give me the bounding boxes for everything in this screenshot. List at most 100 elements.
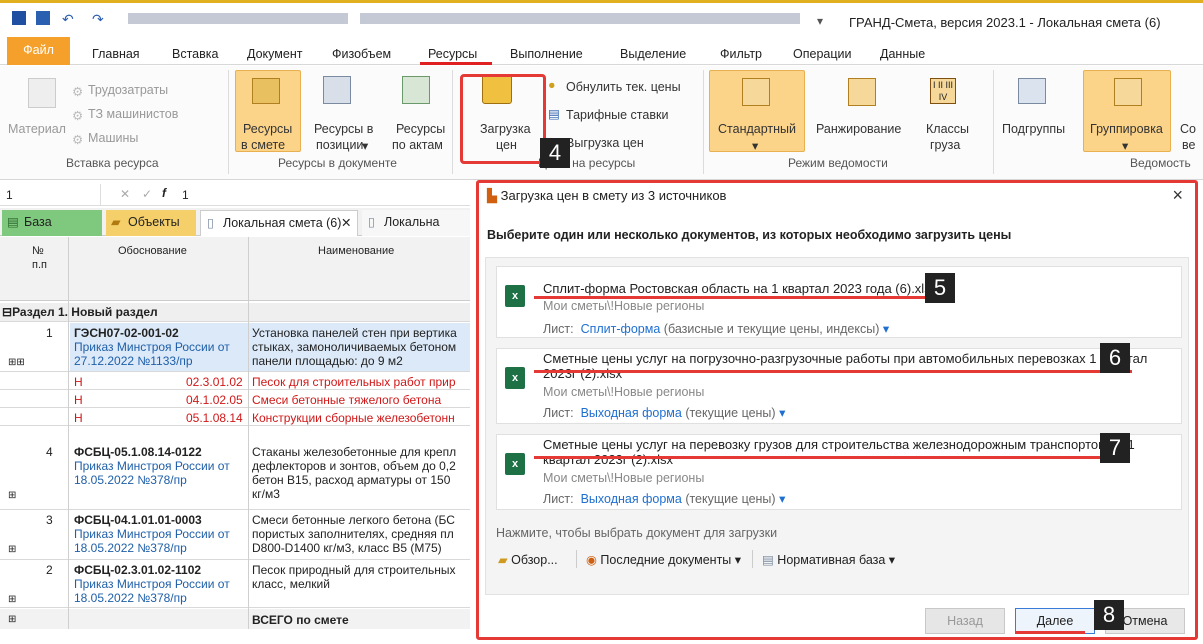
- row-num: 2: [46, 563, 53, 577]
- expand-icon[interactable]: ⊞: [8, 543, 16, 557]
- tab-objects[interactable]: ▰ Объекты: [106, 210, 196, 236]
- expand-icon[interactable]: ⊞⊞: [8, 356, 25, 370]
- chevron-down-icon[interactable]: ▾: [776, 492, 785, 506]
- window-title: ГРАНД-Смета, версия 2023.1 - Локальная с…: [849, 15, 1161, 30]
- annotation-badge-6: 6: [1100, 343, 1130, 373]
- cell-address[interactable]: 1: [6, 188, 13, 202]
- document-item[interactable]: x Сплит-форма Ростовская область на 1 кв…: [496, 266, 1182, 338]
- tab-local-estimate-label: Локальная смета (6): [223, 216, 342, 230]
- expand-icon[interactable]: ⊞: [8, 613, 16, 627]
- resources-by-acts-icon: [402, 76, 430, 104]
- tab-file[interactable]: Файл: [7, 37, 70, 65]
- annotation-underline: [1015, 631, 1085, 634]
- back-button[interactable]: Назад: [925, 608, 1005, 634]
- app-icon[interactable]: [12, 11, 26, 25]
- document-sheet: Лист: Выходная форма (текущие цены) ▾: [543, 405, 785, 420]
- material-button[interactable]: Материал: [8, 122, 66, 136]
- browse-label: Обзор...: [511, 553, 558, 567]
- document-item[interactable]: x Сметные цены услуг на погрузочно-разгр…: [496, 348, 1182, 424]
- sheet-selector[interactable]: Выходная форма: [581, 406, 682, 420]
- row-name: панели площадью: до 9 м2: [252, 354, 403, 368]
- machines-button[interactable]: Машины: [88, 131, 138, 145]
- expand-icon[interactable]: ⊞: [8, 593, 16, 607]
- recent-documents-button[interactable]: ◉ Последние документы ▾: [586, 552, 741, 567]
- reset-prices-button[interactable]: Обнулить тек. цены: [566, 80, 681, 94]
- tab-data[interactable]: Данные: [880, 47, 925, 61]
- ranking-button[interactable]: Ранжирование: [816, 122, 901, 136]
- statement-extra-button[interactable]: Со: [1180, 122, 1196, 136]
- tab-insert[interactable]: Вставка: [172, 47, 218, 61]
- accept-formula-icon[interactable]: ✓: [142, 187, 152, 201]
- ranking-icon: [848, 78, 876, 106]
- tab-home[interactable]: Главная: [92, 47, 140, 61]
- document-name[interactable]: Сметные цены услуг на перевозку грузов д…: [543, 437, 1173, 467]
- tab-base[interactable]: ▤ База: [2, 210, 102, 236]
- document-path: Мои сметы\!Новые регионы: [543, 299, 705, 313]
- sheet-label: Лист:: [543, 406, 574, 420]
- reset-prices-icon: ●: [548, 78, 556, 92]
- tab-base-label: База: [24, 215, 52, 229]
- formula-input[interactable]: 1: [182, 188, 189, 202]
- labor-button[interactable]: Трудозатраты: [88, 83, 168, 97]
- cancel-formula-icon[interactable]: ✕: [120, 187, 130, 201]
- subrow-code: 04.1.02.05: [186, 393, 243, 407]
- document-tabs: ▤ База ▰ Объекты ▯ Локальная смета (6) ✕…: [0, 208, 470, 236]
- tab-physvolume[interactable]: Физобъем: [332, 47, 391, 61]
- browse-button[interactable]: ▰ Обзор...: [498, 552, 558, 567]
- tariffs-button[interactable]: Тарифные ставки: [566, 108, 668, 122]
- cargo-classes-button[interactable]: Классы: [926, 122, 969, 136]
- header-num-2: п.п: [32, 259, 47, 271]
- subgroups-button[interactable]: Подгруппы: [1002, 122, 1065, 136]
- document-name[interactable]: Сметные цены услуг на погрузочно-разгруз…: [543, 351, 1173, 381]
- tab-local-estimate-2-label: Локальна: [384, 215, 440, 229]
- normative-base-button[interactable]: ▤ Нормативная база ▾: [762, 552, 895, 567]
- tariffs-icon: ▤: [548, 107, 560, 121]
- resources-in-position-dropdown-icon[interactable]: ▾: [362, 138, 368, 153]
- base-icon: ▤: [7, 215, 19, 229]
- expand-icon[interactable]: ⊞: [8, 489, 16, 503]
- qa-customize-icon[interactable]: ▾: [817, 14, 823, 28]
- tab-filter[interactable]: Фильтр: [720, 47, 762, 61]
- document-item[interactable]: x Сметные цены услуг на перевозку грузов…: [496, 434, 1182, 510]
- excel-icon: x: [505, 285, 525, 307]
- close-icon[interactable]: ×: [1172, 185, 1183, 206]
- chevron-down-icon[interactable]: ▾: [776, 406, 785, 420]
- resources-in-position-button[interactable]: Ресурсы в: [314, 122, 373, 136]
- row-code[interactable]: ФСБЦ-04.1.01.01-0003: [74, 513, 202, 527]
- machinists-button[interactable]: ТЗ машинистов: [88, 107, 178, 121]
- tab-resources[interactable]: Ресурсы: [428, 47, 477, 61]
- redo-icon[interactable]: ↷: [92, 11, 106, 27]
- subrow-code: 05.1.08.14: [186, 411, 243, 425]
- row-basis: 18.05.2022 №378/пр: [74, 473, 187, 487]
- document-name[interactable]: Сплит-форма Ростовская область на 1 квар…: [543, 281, 1173, 296]
- standard-mode-label: Стандартный: [718, 122, 796, 136]
- sheet-selector[interactable]: Выходная форма: [581, 492, 682, 506]
- resources-in-estimate-label2: в смете: [241, 138, 286, 152]
- database-icon: ▤: [762, 553, 778, 567]
- export-prices-button[interactable]: Выгрузка цен: [566, 136, 644, 150]
- tab-local-estimate[interactable]: ▯ Локальная смета (6) ✕: [200, 210, 358, 236]
- resources-by-acts-button[interactable]: Ресурсы: [396, 122, 445, 136]
- annotation-box-load-prices: [460, 74, 546, 164]
- sheet-selector[interactable]: Сплит-форма: [581, 322, 661, 336]
- save-icon[interactable]: [36, 11, 50, 25]
- estimate-grid: № п.п Обоснование Наименование ⊟Раздел 1…: [0, 237, 470, 637]
- row-basis: 27.12.2022 №1133/пр: [74, 354, 193, 368]
- tab-selection[interactable]: Выделение: [620, 47, 686, 61]
- tab-local-estimate-2[interactable]: ▯ Локальна: [362, 210, 470, 236]
- row-code[interactable]: ГЭСН07-02-001-02: [74, 326, 179, 340]
- annotation-badge-5: 5: [925, 273, 955, 303]
- row-basis: Приказ Минстроя России от: [74, 340, 230, 354]
- row-code[interactable]: ФСБЦ-02.3.01.02-1102: [74, 563, 201, 577]
- total-row[interactable]: [0, 609, 470, 629]
- row-code[interactable]: ФСБЦ-05.1.08.14-0122: [74, 445, 202, 459]
- chevron-down-icon[interactable]: ▾: [879, 322, 889, 336]
- tab-execution[interactable]: Выполнение: [510, 47, 583, 61]
- tab-operations[interactable]: Операции: [793, 47, 851, 61]
- row-divider: [0, 607, 470, 608]
- tab-document[interactable]: Документ: [247, 47, 302, 61]
- collapse-icon[interactable]: ⊟: [2, 305, 12, 319]
- close-tab-icon[interactable]: ✕: [341, 211, 351, 235]
- undo-icon[interactable]: ↶: [62, 11, 76, 27]
- function-icon[interactable]: f: [162, 186, 166, 200]
